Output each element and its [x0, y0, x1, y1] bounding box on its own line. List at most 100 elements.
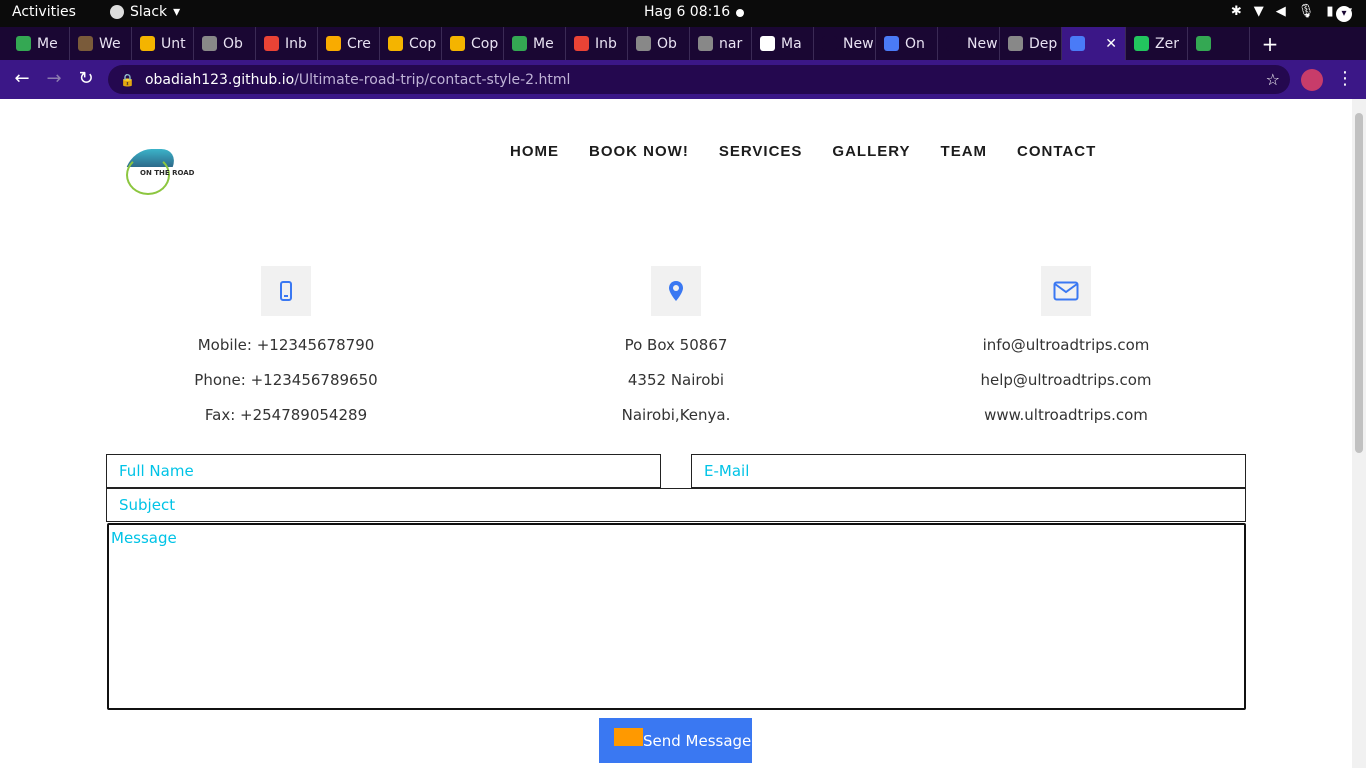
main-nav: HOME BOOK NOW! SERVICES GALLERY TEAM CON… — [510, 143, 1096, 160]
back-arrow-icon[interactable]: ← — [11, 68, 33, 89]
browser-tab[interactable]: On — [876, 27, 938, 60]
po-box: Po Box 50867 — [624, 336, 728, 354]
browser-tab[interactable]: ✕ — [1062, 27, 1126, 60]
close-tab-icon[interactable]: ✕ — [1105, 36, 1117, 52]
tab-search-icon[interactable]: ▾ — [1336, 6, 1352, 22]
tab-favicon-icon — [264, 36, 279, 51]
contact-email-column: info@ultroadtrips.com help@ultroadtrips.… — [916, 266, 1216, 424]
contact-address-column: Po Box 50867 4352 Nairobi Nairobi,Kenya. — [526, 266, 826, 424]
tab-label: New Ta — [967, 35, 999, 52]
browser-tab[interactable]: Cre — [318, 27, 380, 60]
browser-tab[interactable]: Inb — [566, 27, 628, 60]
browser-tab-strip: Me We Unt Ob Inb Cre Cop Cop Me Inb Ob nar Ma New Ta O… — [0, 27, 1366, 60]
tab-favicon-icon — [822, 36, 837, 51]
nav-gallery[interactable]: GALLERY — [832, 143, 910, 160]
browser-tab[interactable]: Me — [504, 27, 566, 60]
caret-down-icon: ▾ — [173, 4, 181, 20]
tab-label: Inb — [285, 35, 307, 52]
app-menu-label: Slack — [130, 4, 168, 20]
lock-icon[interactable]: 🔒 — [120, 73, 135, 87]
website-link[interactable]: www.ultroadtrips.com — [916, 406, 1216, 424]
nav-contact[interactable]: CONTACT — [1017, 143, 1096, 160]
clock[interactable]: Hag 6 08:16 — [644, 4, 730, 20]
app-menu[interactable]: Slack ▾ — [110, 4, 180, 20]
email-input[interactable]: E-Mail — [691, 454, 1246, 488]
contact-phone-column: Mobile: +12345678790 Phone: +12345678965… — [136, 266, 436, 424]
envelope-icon — [1053, 281, 1079, 301]
email-info[interactable]: info@ultroadtrips.com — [916, 336, 1216, 354]
browser-tab[interactable]: nar — [690, 27, 752, 60]
street-address: 4352 Nairobi — [627, 371, 725, 389]
tab-label: Inb — [595, 35, 617, 52]
tab-label: Cre — [347, 35, 371, 52]
volume-icon: ◀ — [1275, 4, 1286, 19]
map-marker-icon-box — [651, 266, 701, 316]
tab-label: Me — [533, 35, 554, 52]
scrollbar-thumb[interactable] — [1355, 113, 1363, 453]
tab-label: Dep — [1029, 35, 1058, 52]
nav-book-now[interactable]: BOOK NOW! — [589, 143, 689, 160]
envelope-icon-box — [1041, 266, 1091, 316]
tab-favicon-icon — [946, 36, 961, 51]
forward-arrow-icon[interactable]: → — [43, 68, 65, 89]
activities-button[interactable]: Activities — [12, 4, 76, 20]
site-logo[interactable]: ON THE ROAD — [124, 149, 194, 195]
send-message-label: Send Message — [643, 731, 752, 750]
url-host: obadiah123.github.io — [144, 71, 295, 88]
tab-label: Ma — [781, 35, 802, 52]
new-tab-button[interactable]: + — [1250, 32, 1290, 56]
tab-label: New Ta — [843, 35, 875, 52]
browser-tab[interactable]: Ob — [628, 27, 690, 60]
browser-tab[interactable] — [1188, 27, 1250, 60]
tab-label: On — [905, 35, 925, 52]
tab-favicon-icon — [698, 36, 713, 51]
message-textarea[interactable]: Message — [107, 523, 1246, 710]
browser-tab[interactable]: Unt — [132, 27, 194, 60]
browser-tab[interactable]: Zer — [1126, 27, 1188, 60]
browser-tab[interactable]: Cop — [442, 27, 504, 60]
browser-menu-icon[interactable]: ⋮ — [1336, 68, 1354, 89]
tab-favicon-icon — [388, 36, 403, 51]
browser-tab[interactable]: Me — [8, 27, 70, 60]
tab-favicon-icon — [450, 36, 465, 51]
browser-tab[interactable]: Ob — [194, 27, 256, 60]
tab-favicon-icon — [1070, 36, 1085, 51]
tab-favicon-icon — [202, 36, 217, 51]
browser-tab[interactable]: We — [70, 27, 132, 60]
slack-tray-icon[interactable]: ✱ — [1231, 4, 1242, 19]
tab-favicon-icon — [574, 36, 589, 51]
subject-input[interactable]: Subject — [106, 488, 1246, 522]
browser-tab[interactable]: Cop — [380, 27, 442, 60]
address-bar[interactable]: 🔒 obadiah123.github.io /Ultimate-road-tr… — [108, 65, 1290, 94]
tab-favicon-icon — [326, 36, 341, 51]
full-name-input[interactable]: Full Name — [106, 454, 661, 488]
send-message-button[interactable]: Send Message — [599, 718, 752, 763]
battery-icon: ▮ — [1326, 4, 1334, 19]
phone-number: Phone: +123456789650 — [194, 371, 378, 389]
reload-icon[interactable]: ↻ — [75, 68, 97, 89]
browser-tab[interactable]: Dep — [1000, 27, 1062, 60]
slack-icon — [110, 5, 124, 19]
nav-home[interactable]: HOME — [510, 143, 559, 160]
profile-avatar[interactable] — [1301, 69, 1323, 91]
tab-label: Me — [37, 35, 58, 52]
fax-number: Fax: +254789054289 — [204, 406, 368, 424]
browser-tab[interactable]: New Ta — [814, 27, 876, 60]
system-tray[interactable]: ✱ ▼ ◀ 🎙 ▮ ▾ — [1231, 4, 1352, 19]
microphone-icon: 🎙 — [1297, 4, 1315, 19]
browser-tab[interactable]: Inb — [256, 27, 318, 60]
orange-marker — [614, 727, 643, 746]
nav-services[interactable]: SERVICES — [719, 143, 803, 160]
city-country: Nairobi,Kenya. — [621, 406, 731, 424]
nav-team[interactable]: TEAM — [941, 143, 988, 160]
browser-tab[interactable]: Ma — [752, 27, 814, 60]
browser-toolbar: ← → ↻ 🔒 obadiah123.github.io /Ultimate-r… — [0, 60, 1366, 99]
tab-favicon-icon — [1134, 36, 1149, 51]
tab-favicon-icon — [16, 36, 31, 51]
page-scrollbar[interactable] — [1352, 99, 1366, 768]
bookmark-star-icon[interactable]: ☆ — [1266, 70, 1280, 89]
web-page: ON THE ROAD HOME BOOK NOW! SERVICES GALL… — [0, 99, 1352, 768]
email-help[interactable]: help@ultroadtrips.com — [916, 371, 1216, 389]
browser-tab[interactable]: New Ta — [938, 27, 1000, 60]
tab-label: We — [99, 35, 121, 52]
